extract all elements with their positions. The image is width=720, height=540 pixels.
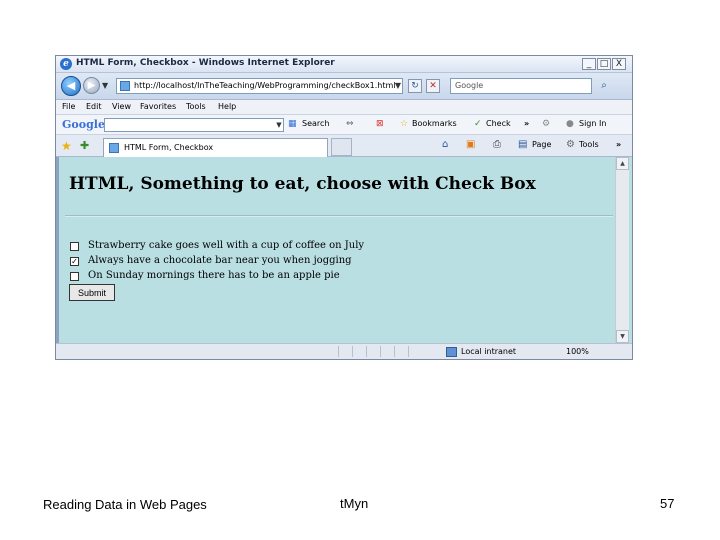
close-button[interactable]: X (612, 58, 626, 70)
feeds-icon[interactable]: ▣ (466, 139, 475, 150)
google-search-button[interactable]: Search (302, 119, 329, 128)
google-toolbar: Google ▼ ▦ Search ⇔ ⊠ ☆ Bookmarks ✓ Chec… (56, 115, 632, 135)
page-content: HTML, Something to eat, choose with Chec… (56, 157, 632, 343)
menu-edit[interactable]: Edit (86, 102, 102, 111)
menu-tools[interactable]: Tools (186, 102, 206, 111)
scroll-down-arrow-icon[interactable]: ▼ (616, 330, 629, 343)
more-commands-chevron[interactable]: » (616, 140, 621, 149)
status-divider (352, 346, 364, 357)
zoom-level[interactable]: 100% (566, 347, 589, 356)
google-dropdown-icon[interactable]: ▼ (274, 118, 284, 132)
home-icon[interactable]: ⌂ (442, 139, 448, 150)
tab-label: HTML Form, Checkbox (124, 143, 214, 152)
google-logo: Google (62, 118, 105, 131)
submit-button[interactable]: Submit (69, 284, 115, 301)
search-placeholder: Google (455, 81, 484, 90)
checkbox-label-chocolate: Always have a chocolate bar near you whe… (88, 255, 352, 266)
url-dropdown-icon[interactable]: ▼ (393, 79, 403, 93)
page-menu-button[interactable]: Page (532, 140, 551, 149)
popup-blocker-icon[interactable]: ⊠ (376, 119, 384, 129)
scroll-up-arrow-icon[interactable]: ▲ (616, 157, 629, 170)
add-favorites-icon[interactable]: ✚ (80, 139, 89, 152)
footer-course-title: Reading Data in Web Pages (43, 497, 207, 512)
ie-logo-icon: e (60, 58, 72, 70)
checkbox-chocolate[interactable]: ✓ (70, 257, 79, 266)
tools-menu-button[interactable]: Tools (579, 140, 599, 149)
wrench-icon[interactable]: ⚙ (542, 119, 550, 129)
footer-author: tMyn (340, 496, 369, 511)
intranet-zone-icon (446, 347, 457, 357)
toolbar-options-icon[interactable]: ⇔ (346, 119, 354, 129)
checkbox-strawberry[interactable] (70, 242, 79, 251)
google-search-icon: ▦ (288, 119, 297, 129)
vertical-scrollbar[interactable]: ▲ ▼ (615, 157, 629, 343)
signin-circle-icon: ● (566, 119, 574, 129)
stop-icon[interactable]: ✕ (426, 79, 440, 93)
signin-button[interactable]: Sign In (579, 119, 606, 128)
print-icon[interactable]: ⎙ (493, 139, 501, 150)
menu-help[interactable]: Help (218, 102, 236, 111)
status-divider (408, 346, 420, 357)
menu-file[interactable]: File (62, 102, 75, 111)
security-zone-label: Local intranet (461, 347, 517, 356)
window-title: HTML Form, Checkbox - Windows Internet E… (76, 58, 335, 68)
google-search-input[interactable] (104, 118, 284, 132)
page-icon (120, 81, 130, 91)
page-menu-icon: ▤ (518, 139, 528, 150)
checkbox-apple-pie[interactable] (70, 272, 79, 281)
menu-view[interactable]: View (112, 102, 131, 111)
checkbox-label-strawberry: Strawberry cake goes well with a cup of … (88, 240, 365, 251)
url-text: http://localhost/InTheTeaching/WebProgra… (134, 81, 396, 90)
status-divider (380, 346, 392, 357)
spellcheck-icon: ✓ (474, 119, 482, 129)
tools-menu-icon: ⚙ (566, 139, 575, 150)
more-tools-chevron[interactable]: » (524, 119, 529, 128)
tab-active[interactable]: HTML Form, Checkbox (103, 138, 328, 157)
maximize-button[interactable]: □ (597, 58, 611, 70)
status-divider (338, 346, 350, 357)
forward-arrow-icon[interactable]: ▶ (83, 77, 100, 94)
menu-favorites[interactable]: Favorites (140, 102, 176, 111)
check-button[interactable]: Check (486, 119, 511, 128)
address-bar: ◀ ▶ ▼ http://localhost/InTheTeaching/Web… (56, 73, 632, 100)
refresh-icon[interactable]: ↻ (408, 79, 422, 93)
search-icon[interactable]: ⌕ (596, 78, 612, 94)
horizontal-rule (65, 215, 613, 217)
bookmark-star-icon: ☆ (400, 119, 409, 129)
status-divider (366, 346, 378, 357)
tab-page-icon (109, 143, 119, 153)
favorites-star-icon[interactable]: ★ (61, 139, 72, 153)
menu-bar: File Edit View Favorites Tools Help (56, 100, 632, 115)
footer-page-number: 57 (660, 496, 675, 511)
status-bar: Local intranet 100% (56, 343, 632, 359)
search-input[interactable]: Google (450, 78, 592, 94)
url-input[interactable]: http://localhost/InTheTeaching/WebProgra… (116, 78, 403, 94)
browser-window: e HTML Form, Checkbox - Windows Internet… (55, 55, 633, 360)
status-divider (394, 346, 406, 357)
bookmarks-button[interactable]: Bookmarks (412, 119, 457, 128)
checkbox-label-apple-pie: On Sunday mornings there has to be an ap… (88, 270, 340, 281)
history-dropdown-icon[interactable]: ▼ (102, 81, 108, 90)
minimize-button[interactable]: _ (582, 58, 596, 70)
title-bar: e HTML Form, Checkbox - Windows Internet… (56, 56, 632, 73)
tab-bar: ★ ✚ HTML Form, Checkbox ⌂ ▣ ⎙ ▤ Page ⚙ T… (56, 135, 632, 157)
back-arrow-icon[interactable]: ◀ (61, 76, 81, 96)
page-heading: HTML, Something to eat, choose with Chec… (69, 174, 536, 194)
new-tab-button[interactable] (331, 138, 352, 156)
